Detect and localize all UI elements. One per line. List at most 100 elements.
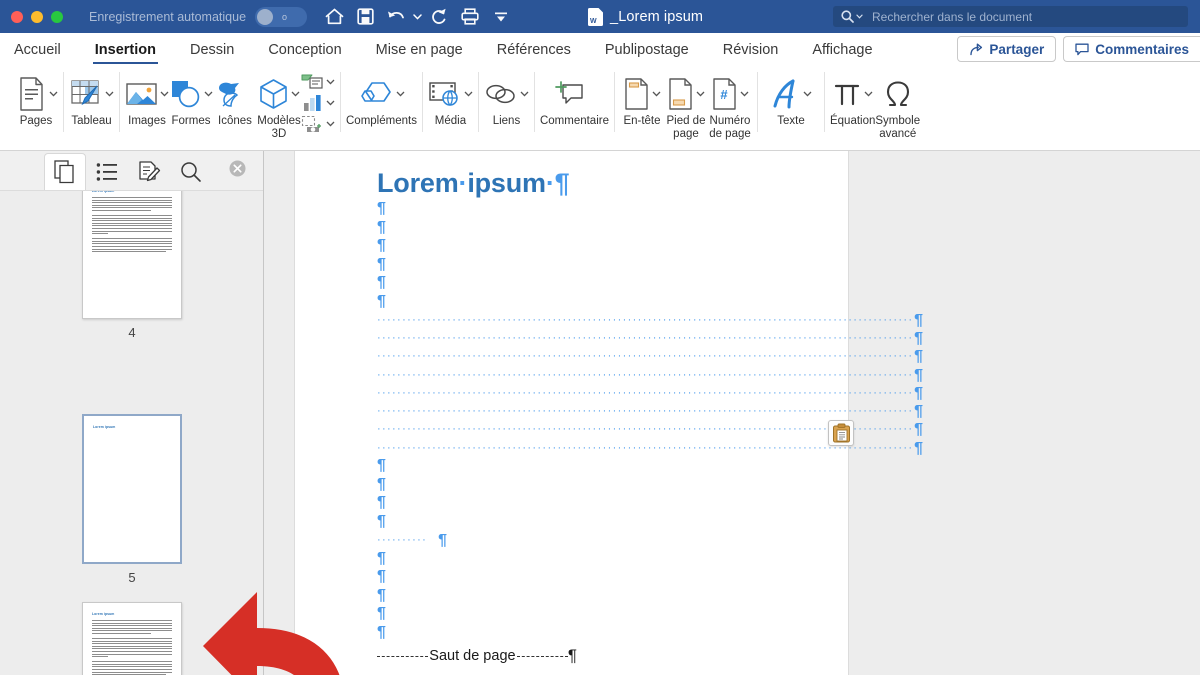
ribbon-item-pied-de-page[interactable]: Pied de page: [664, 67, 708, 140]
document-canvas[interactable]: Lorem·ipsum·¶ ¶ ¶ ¶ ¶ ¶ ¶ ··············…: [264, 151, 1200, 675]
ribbon-item-tableau[interactable]: Tableau: [69, 67, 114, 128]
thumbnail-item-6[interactable]: Lorem ipsum: [0, 602, 264, 675]
numero-de-page-chevron-icon[interactable]: [740, 91, 749, 97]
search-scope-chevron-icon: [856, 14, 863, 19]
redo-icon[interactable]: [424, 4, 454, 30]
nav-tab-document-map[interactable]: [86, 153, 128, 190]
document-title[interactable]: _Lorem ipsum: [610, 9, 703, 25]
tab-dessin[interactable]: Dessin: [190, 33, 234, 67]
liens-chevron-icon[interactable]: [520, 91, 529, 97]
texte-chevron-icon[interactable]: [803, 91, 812, 97]
modeles3d-chevron-icon[interactable]: [291, 91, 300, 97]
paragraph-mark: ¶: [377, 237, 848, 256]
close-window-button[interactable]: [11, 11, 23, 23]
undo-icon[interactable]: [381, 4, 411, 30]
ribbon-item-liens[interactable]: Liens: [484, 67, 529, 128]
ribbon-item-modeles-3d[interactable]: Modèles 3D: [257, 67, 301, 140]
space-dots: ········································…: [377, 386, 913, 401]
ribbon-item-formes[interactable]: Formes: [169, 67, 213, 128]
autosave-toggle[interactable]: o: [255, 7, 307, 27]
ribbon-item-images[interactable]: Images: [125, 67, 169, 128]
tab-references[interactable]: Références: [497, 33, 571, 67]
equation-chevron-icon[interactable]: [864, 91, 873, 97]
home-icon[interactable]: [319, 4, 349, 30]
nav-tab-search[interactable]: [170, 153, 212, 190]
thumbnail-item-4[interactable]: Lorem ipsum: [0, 191, 264, 340]
share-button[interactable]: Partager: [957, 36, 1056, 62]
thumbnail-page-4-number: 4: [128, 325, 135, 340]
screenshot-chevron-icon[interactable]: [326, 121, 335, 127]
page-thumbnails-list[interactable]: Lorem ipsum: [0, 191, 264, 675]
ribbon-item-media[interactable]: Média: [428, 67, 473, 128]
formes-chevron-icon[interactable]: [204, 91, 213, 97]
search-input[interactable]: Rechercher dans le document: [833, 6, 1188, 27]
navigation-pane: Lorem ipsum: [0, 151, 264, 675]
close-navigation-pane-button[interactable]: [229, 160, 246, 182]
tab-insertion[interactable]: Insertion: [95, 33, 156, 67]
ribbon-item-screenshot[interactable]: [301, 115, 335, 133]
tableau-chevron-icon[interactable]: [105, 91, 114, 97]
thumbnail-page-6[interactable]: Lorem ipsum: [82, 602, 182, 675]
ribbon-item-numero-de-page[interactable]: # Numéro de page: [708, 67, 752, 140]
ribbon-separator: [63, 72, 64, 132]
ribbon-item-pied-de-page-label: Pied de page: [666, 115, 705, 140]
nav-tab-reviewing[interactable]: [128, 153, 170, 190]
window-controls[interactable]: [0, 11, 63, 23]
ribbon-item-equation[interactable]: Équation: [830, 67, 875, 128]
paragraph-mark: ¶: [438, 533, 447, 548]
ribbon-separator: [757, 72, 758, 132]
comments-button[interactable]: Commentaires: [1063, 36, 1200, 62]
ribbon-item-commentaire[interactable]: Commentaire: [540, 67, 609, 128]
comments-button-label: Commentaires: [1095, 42, 1189, 57]
pages-chevron-icon[interactable]: [49, 91, 58, 97]
ribbon-item-entete[interactable]: En-tête: [620, 67, 664, 128]
ribbon-item-smartart[interactable]: [301, 73, 335, 91]
maximize-window-button[interactable]: [51, 11, 63, 23]
tab-revision[interactable]: Révision: [723, 33, 779, 67]
models-3d-icon: [258, 78, 289, 110]
search-icon: [841, 10, 854, 23]
tab-conception[interactable]: Conception: [268, 33, 341, 67]
paragraph-mark: ¶: [914, 386, 923, 401]
thumbnails-icon: [54, 160, 76, 184]
more-options-icon[interactable]: [486, 4, 516, 30]
ribbon-item-icones[interactable]: Icônes: [213, 67, 257, 128]
ribbon-item-texte[interactable]: Texte: [763, 67, 819, 128]
media-chevron-icon[interactable]: [464, 91, 473, 97]
paragraph-mark: ¶: [914, 331, 923, 346]
space-dots: ········································…: [377, 368, 913, 383]
ribbon-item-chart[interactable]: [301, 94, 335, 112]
paragraph-mark: ¶: [555, 168, 570, 198]
minimize-window-button[interactable]: [31, 11, 43, 23]
entete-chevron-icon[interactable]: [652, 91, 661, 97]
tab-publipostage[interactable]: Publipostage: [605, 33, 689, 67]
print-icon[interactable]: [455, 4, 485, 30]
ribbon-item-pages[interactable]: Pages: [14, 67, 58, 128]
paste-options-button[interactable]: [828, 420, 854, 446]
ribbon-separator: [534, 72, 535, 132]
document-heading[interactable]: Lorem·ipsum·¶: [377, 168, 848, 198]
tab-accueil[interactable]: Accueil: [14, 33, 61, 67]
complements-chevron-icon[interactable]: [396, 91, 405, 97]
ribbon-item-complements[interactable]: Compléments: [346, 67, 417, 128]
tab-mise-en-page[interactable]: Mise en page: [376, 33, 463, 67]
thumbnail-page-5-number: 5: [128, 570, 135, 585]
thumbnail-item-5[interactable]: Lorem ipsum 5: [0, 414, 264, 585]
tab-affichage[interactable]: Affichage: [812, 33, 872, 67]
ribbon-item-pages-label: Pages: [20, 115, 53, 128]
ribbon-item-symbole-avance[interactable]: Symbole avancé: [875, 67, 920, 140]
pied-de-page-chevron-icon[interactable]: [696, 91, 705, 97]
ribbon-item-images-label: Images: [128, 115, 166, 128]
save-icon[interactable]: [350, 4, 380, 30]
smartart-chevron-icon[interactable]: [326, 79, 335, 85]
quick-access-toolbar: [319, 4, 516, 30]
thumbnail-page-5[interactable]: Lorem ipsum: [82, 414, 182, 564]
document-page[interactable]: Lorem·ipsum·¶ ¶ ¶ ¶ ¶ ¶ ¶ ··············…: [295, 151, 848, 675]
undo-dropdown-chevron-icon[interactable]: [412, 14, 423, 20]
thumbnail-page-5-content: Lorem ipsum: [84, 416, 180, 429]
images-chevron-icon[interactable]: [160, 91, 169, 97]
nav-tab-thumbnails[interactable]: [44, 153, 86, 190]
thumbnail-page-4[interactable]: Lorem ipsum: [82, 191, 182, 319]
chart-chevron-icon[interactable]: [326, 100, 335, 106]
paragraph-mark: ¶: [377, 550, 848, 569]
